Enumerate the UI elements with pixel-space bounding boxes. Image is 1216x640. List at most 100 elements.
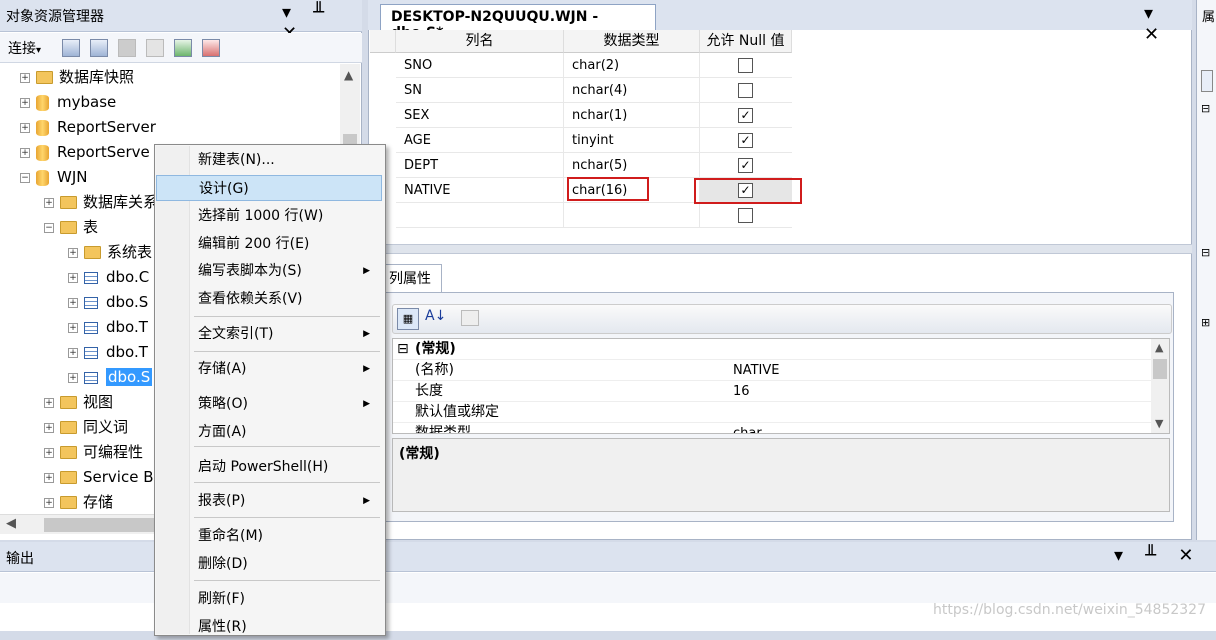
- column-name-cell[interactable]: SEX: [396, 103, 564, 128]
- property-row[interactable]: 默认值或绑定: [393, 402, 1151, 423]
- context-menu-item[interactable]: 新建表(N)...: [156, 147, 382, 173]
- property-value[interactable]: 16: [733, 381, 750, 402]
- property-row[interactable]: (名称) NATIVE: [393, 360, 1151, 381]
- data-type-cell[interactable]: nchar(5): [564, 153, 700, 178]
- data-type-cell[interactable]: [564, 203, 700, 228]
- tree-item[interactable]: − WJN: [20, 165, 87, 190]
- tree-item[interactable]: + ReportServer: [20, 115, 156, 140]
- property-value[interactable]: NATIVE: [733, 360, 780, 381]
- allow-null-checkbox[interactable]: [738, 58, 753, 73]
- tree-item[interactable]: + 可编程性: [44, 440, 143, 465]
- context-menu-item[interactable]: 编辑前 200 行(E): [156, 231, 382, 257]
- column-name-cell[interactable]: SN: [396, 78, 564, 103]
- tree-item[interactable]: + dbo.S: [68, 365, 153, 390]
- tree-item[interactable]: + mybase: [20, 90, 116, 115]
- collapse-icon[interactable]: ⊟: [1201, 246, 1210, 259]
- column-name-cell[interactable]: AGE: [396, 128, 564, 153]
- sort-alphabetical-icon[interactable]: A↓: [425, 308, 446, 324]
- context-menu-item[interactable]: 报表(P) ▶: [156, 488, 382, 514]
- context-menu-item[interactable]: 启动 PowerShell(H): [156, 454, 382, 480]
- tree-item[interactable]: + dbo.C: [68, 265, 149, 290]
- filter-icon[interactable]: [146, 39, 164, 57]
- context-menu-item[interactable]: 选择前 1000 行(W): [156, 203, 382, 229]
- data-type-cell[interactable]: nchar(1): [564, 103, 700, 128]
- expand-icon[interactable]: +: [20, 97, 30, 108]
- scroll-left-icon[interactable]: ◀: [6, 516, 16, 531]
- tree-item[interactable]: + dbo.T: [68, 340, 148, 365]
- expand-icon[interactable]: +: [68, 247, 78, 258]
- property-row[interactable]: 数据类型 char: [393, 423, 1151, 433]
- context-menu-item[interactable]: 重命名(M): [156, 523, 382, 549]
- column-name-cell[interactable]: DEPT: [396, 153, 564, 178]
- context-menu-item[interactable]: 属性(R): [156, 614, 382, 640]
- context-menu-item[interactable]: 策略(O) ▶: [156, 391, 382, 417]
- scroll-up-icon[interactable]: ▲: [344, 68, 353, 82]
- collapse-icon[interactable]: −: [44, 222, 54, 233]
- tree-item[interactable]: + 存储: [44, 490, 113, 515]
- expand-icon[interactable]: +: [44, 197, 54, 208]
- tree-item[interactable]: + Service B: [44, 465, 154, 490]
- expand-icon[interactable]: +: [20, 72, 30, 83]
- property-value[interactable]: char: [733, 423, 762, 433]
- expand-icon[interactable]: +: [20, 147, 30, 158]
- expand-icon[interactable]: +: [20, 122, 30, 133]
- connect-button[interactable]: 连接▾: [8, 38, 41, 58]
- allow-null-checkbox[interactable]: [738, 208, 753, 223]
- data-type-cell[interactable]: char(2): [564, 53, 700, 78]
- expand-icon[interactable]: +: [44, 447, 54, 458]
- context-menu-item[interactable]: 方面(A): [156, 419, 382, 445]
- collapse-icon[interactable]: −: [20, 172, 30, 183]
- allow-null-checkbox[interactable]: [738, 83, 753, 98]
- context-menu-item[interactable]: 刷新(F): [156, 586, 382, 612]
- connect-server-icon[interactable]: [62, 39, 80, 57]
- tree-item[interactable]: + dbo.T: [68, 315, 148, 340]
- data-type-cell[interactable]: nchar(4): [564, 78, 700, 103]
- context-menu-item[interactable]: 设计(G): [156, 175, 382, 201]
- document-tab[interactable]: DESKTOP-N2QUUQU.WJN - dbo.S*: [380, 4, 656, 41]
- expand-icon[interactable]: +: [44, 397, 54, 408]
- context-menu-item[interactable]: 编写表脚本为(S) ▶: [156, 258, 382, 284]
- scroll-down-icon[interactable]: ▼: [1155, 417, 1163, 430]
- tree-item[interactable]: + dbo.S: [68, 290, 148, 315]
- tree-item[interactable]: + 数据库快照: [20, 65, 134, 90]
- column-name-cell[interactable]: [396, 203, 564, 228]
- categorized-icon[interactable]: ▦: [397, 308, 419, 330]
- data-type-cell[interactable]: tinyint: [564, 128, 700, 153]
- designer-splitter[interactable]: [368, 244, 1192, 254]
- stop-icon[interactable]: [118, 39, 136, 57]
- context-menu-item[interactable]: 存储(A) ▶: [156, 356, 382, 382]
- properties-scrollbar[interactable]: ▲ ▼: [1151, 339, 1169, 433]
- scroll-up-icon[interactable]: ▲: [1155, 341, 1163, 354]
- context-menu-item[interactable]: 全文索引(T) ▶: [156, 321, 382, 347]
- expand-icon[interactable]: +: [68, 322, 78, 333]
- activity-monitor-icon[interactable]: [202, 39, 220, 57]
- expand-icon[interactable]: ⊞: [1201, 316, 1210, 329]
- expand-icon[interactable]: +: [68, 297, 78, 308]
- tree-item[interactable]: + ReportServe: [20, 140, 150, 165]
- expand-icon[interactable]: +: [68, 372, 78, 383]
- allow-null-checkbox[interactable]: ✓: [738, 108, 753, 123]
- refresh-icon[interactable]: [174, 39, 192, 57]
- collapse-icon[interactable]: ⊟: [397, 339, 409, 360]
- categorized-icon[interactable]: [1201, 70, 1213, 92]
- column-properties-tab[interactable]: 列属性: [384, 264, 442, 292]
- expand-icon[interactable]: +: [68, 347, 78, 358]
- collapse-icon[interactable]: ⊟: [1201, 102, 1210, 115]
- expand-icon[interactable]: +: [44, 497, 54, 508]
- expand-icon[interactable]: +: [44, 422, 54, 433]
- expand-icon[interactable]: +: [68, 272, 78, 283]
- output-window-controls[interactable]: ▾ ╨ ✕: [1114, 545, 1202, 566]
- disconnect-icon[interactable]: [90, 39, 108, 57]
- tree-item[interactable]: + 系统表: [68, 240, 152, 265]
- tree-item[interactable]: + 同义词: [44, 415, 128, 440]
- property-pages-icon[interactable]: [461, 310, 479, 326]
- scrollbar-thumb[interactable]: [1153, 359, 1167, 379]
- document-window-controls[interactable]: ▾ ✕: [1144, 3, 1192, 45]
- tree-item[interactable]: + 视图: [44, 390, 113, 415]
- expand-icon[interactable]: +: [44, 472, 54, 483]
- column-name-cell[interactable]: NATIVE: [396, 178, 564, 203]
- allow-null-checkbox[interactable]: ✓: [738, 158, 753, 173]
- column-name-cell[interactable]: SNO: [396, 53, 564, 78]
- tree-item[interactable]: − 表: [44, 215, 98, 240]
- tree-item[interactable]: + 数据库关系: [44, 190, 158, 215]
